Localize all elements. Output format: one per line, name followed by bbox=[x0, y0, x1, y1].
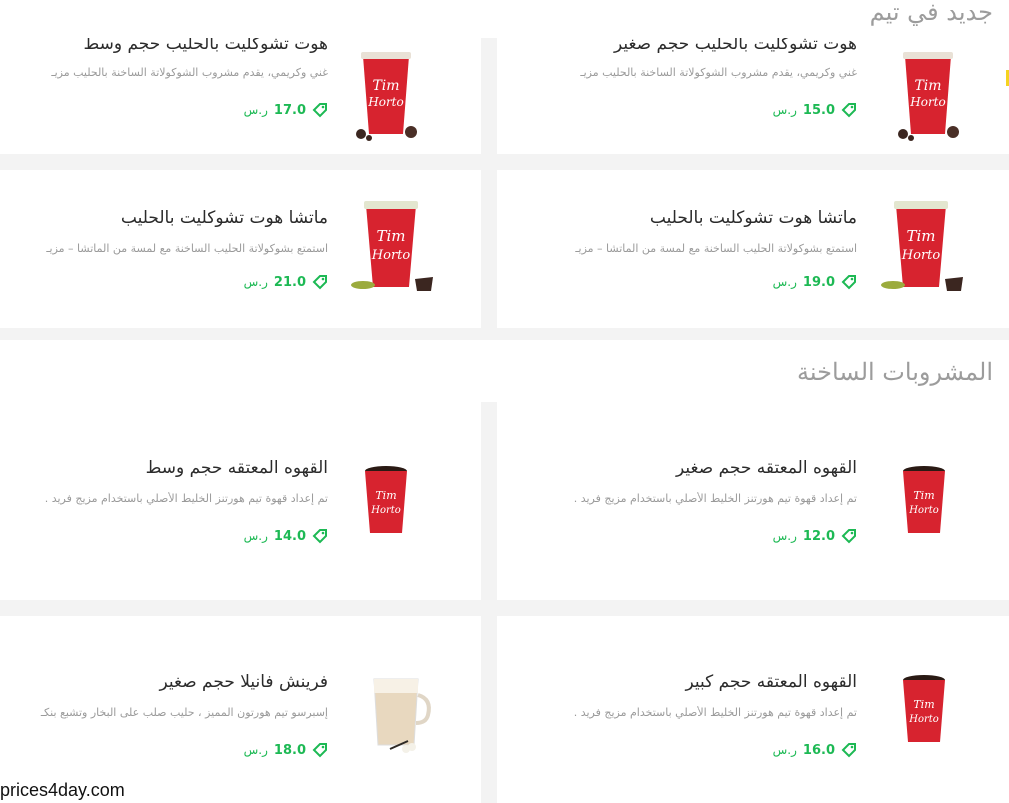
price-tag-icon bbox=[312, 103, 327, 118]
hot-chocolate-cup-image: Tim Horto bbox=[883, 46, 973, 146]
svg-text:Horto: Horto bbox=[367, 95, 403, 109]
price-tag-icon bbox=[841, 103, 856, 118]
price-tag-icon bbox=[312, 743, 327, 758]
coffee-cup-image: Tim Horto bbox=[889, 670, 959, 750]
svg-text:Horto: Horto bbox=[371, 248, 411, 263]
menu-item-card[interactable]: Tim Horto ماتشا هوت تشوكليت بالحليب استم… bbox=[497, 170, 1009, 328]
svg-text:Tim: Tim bbox=[375, 489, 396, 502]
item-description: غني وكريمي، يقدم مشروب الشوكولاتة الساخن… bbox=[580, 66, 857, 79]
svg-text:Tim: Tim bbox=[376, 227, 405, 245]
price-tag-icon bbox=[841, 529, 856, 544]
section-title-hot-drinks: المشروبات الساخنة bbox=[797, 358, 993, 386]
price-tag-icon bbox=[312, 529, 327, 544]
svg-text:Horto: Horto bbox=[909, 95, 945, 109]
item-name: فرينش فانيلا حجم صغير bbox=[159, 672, 328, 692]
section-title-new: جديد في تيم bbox=[869, 0, 993, 26]
item-description: إسبرسو تيم هورتون المميز ، حليب صلب على … bbox=[40, 706, 328, 719]
menu-item-card[interactable]: Tim Horto هوت تشوكليت بالحليب حجم صغير غ… bbox=[497, 38, 1009, 154]
menu-item-card[interactable]: Tim Horto هوت تشوكليت بالحليب حجم وسط غن… bbox=[0, 38, 481, 154]
svg-text:Horto: Horto bbox=[370, 505, 401, 516]
matcha-chocolate-cup-image: Tim Horto bbox=[871, 199, 971, 299]
coffee-cup-image: Tim Horto bbox=[351, 461, 421, 541]
svg-text:Tim: Tim bbox=[372, 78, 399, 94]
item-name: القهوه المعتقه حجم كبير bbox=[685, 672, 857, 692]
coffee-cup-image: Tim Horto bbox=[889, 461, 959, 541]
item-price: 17.0 ر.س bbox=[244, 102, 328, 118]
menu-item-card[interactable]: Tim Horto القهوه المعتقه حجم كبير تم إعد… bbox=[497, 616, 1009, 803]
item-price: 14.0 ر.س bbox=[244, 528, 328, 544]
menu-item-card[interactable]: Tim Horto ماتشا هوت تشوكليت بالحليب استم… bbox=[0, 170, 481, 328]
menu-item-card[interactable]: Tim Horto القهوه المعتقه حجم وسط تم إعدا… bbox=[0, 402, 481, 600]
item-name: القهوه المعتقه حجم وسط bbox=[145, 458, 328, 478]
svg-text:Horto: Horto bbox=[901, 248, 941, 263]
item-description: غني وكريمي، يقدم مشروب الشوكولاتة الساخن… bbox=[51, 66, 328, 79]
item-description: تم إعداد قهوة تيم هورتنز الخليط الأصلي ب… bbox=[573, 706, 857, 719]
item-price: 18.0 ر.س bbox=[244, 742, 328, 758]
menu-item-card[interactable]: Tim Horto القهوه المعتقه حجم صغير تم إعد… bbox=[497, 402, 1009, 600]
svg-text:Tim: Tim bbox=[913, 698, 934, 711]
item-name: هوت تشوكليت بالحليب حجم صغير bbox=[613, 38, 857, 54]
item-description: تم إعداد قهوة تيم هورتنز الخليط الأصلي ب… bbox=[573, 492, 857, 505]
item-price: 19.0 ر.س bbox=[773, 274, 857, 290]
item-description: تم إعداد قهوة تيم هورتنز الخليط الأصلي ب… bbox=[44, 492, 328, 505]
item-description: استمتع بشوكولاتة الحليب الساخنة مع لمسة … bbox=[46, 242, 328, 255]
item-price: 12.0 ر.س bbox=[773, 528, 857, 544]
site-watermark: prices4day.com bbox=[0, 780, 125, 800]
menu-item-card[interactable]: فرينش فانيلا حجم صغير إسبرسو تيم هورتون … bbox=[0, 616, 481, 803]
item-name: ماتشا هوت تشوكليت بالحليب bbox=[120, 208, 328, 228]
svg-text:Tim: Tim bbox=[913, 489, 934, 502]
matcha-chocolate-cup-image: Tim Horto bbox=[341, 199, 441, 299]
item-name: ماتشا هوت تشوكليت بالحليب bbox=[649, 208, 857, 228]
hot-chocolate-cup-image: Tim Horto bbox=[341, 46, 431, 146]
item-price: 21.0 ر.س bbox=[244, 274, 328, 290]
section-title-band bbox=[0, 0, 1009, 38]
item-price: 15.0 ر.س bbox=[773, 102, 857, 118]
svg-text:Horto: Horto bbox=[908, 505, 939, 516]
svg-text:Horto: Horto bbox=[908, 714, 939, 725]
item-name: هوت تشوكليت بالحليب حجم وسط bbox=[83, 38, 329, 54]
price-tag-icon bbox=[841, 743, 856, 758]
svg-text:Tim: Tim bbox=[914, 78, 941, 94]
price-tag-icon bbox=[841, 275, 856, 290]
price-tag-icon bbox=[312, 275, 327, 290]
item-description: استمتع بشوكولاتة الحليب الساخنة مع لمسة … bbox=[575, 242, 857, 255]
item-price: 16.0 ر.س bbox=[773, 742, 857, 758]
item-name: القهوه المعتقه حجم صغير bbox=[676, 458, 857, 478]
vanilla-glass-image bbox=[356, 665, 446, 755]
svg-text:Tim: Tim bbox=[906, 227, 935, 245]
